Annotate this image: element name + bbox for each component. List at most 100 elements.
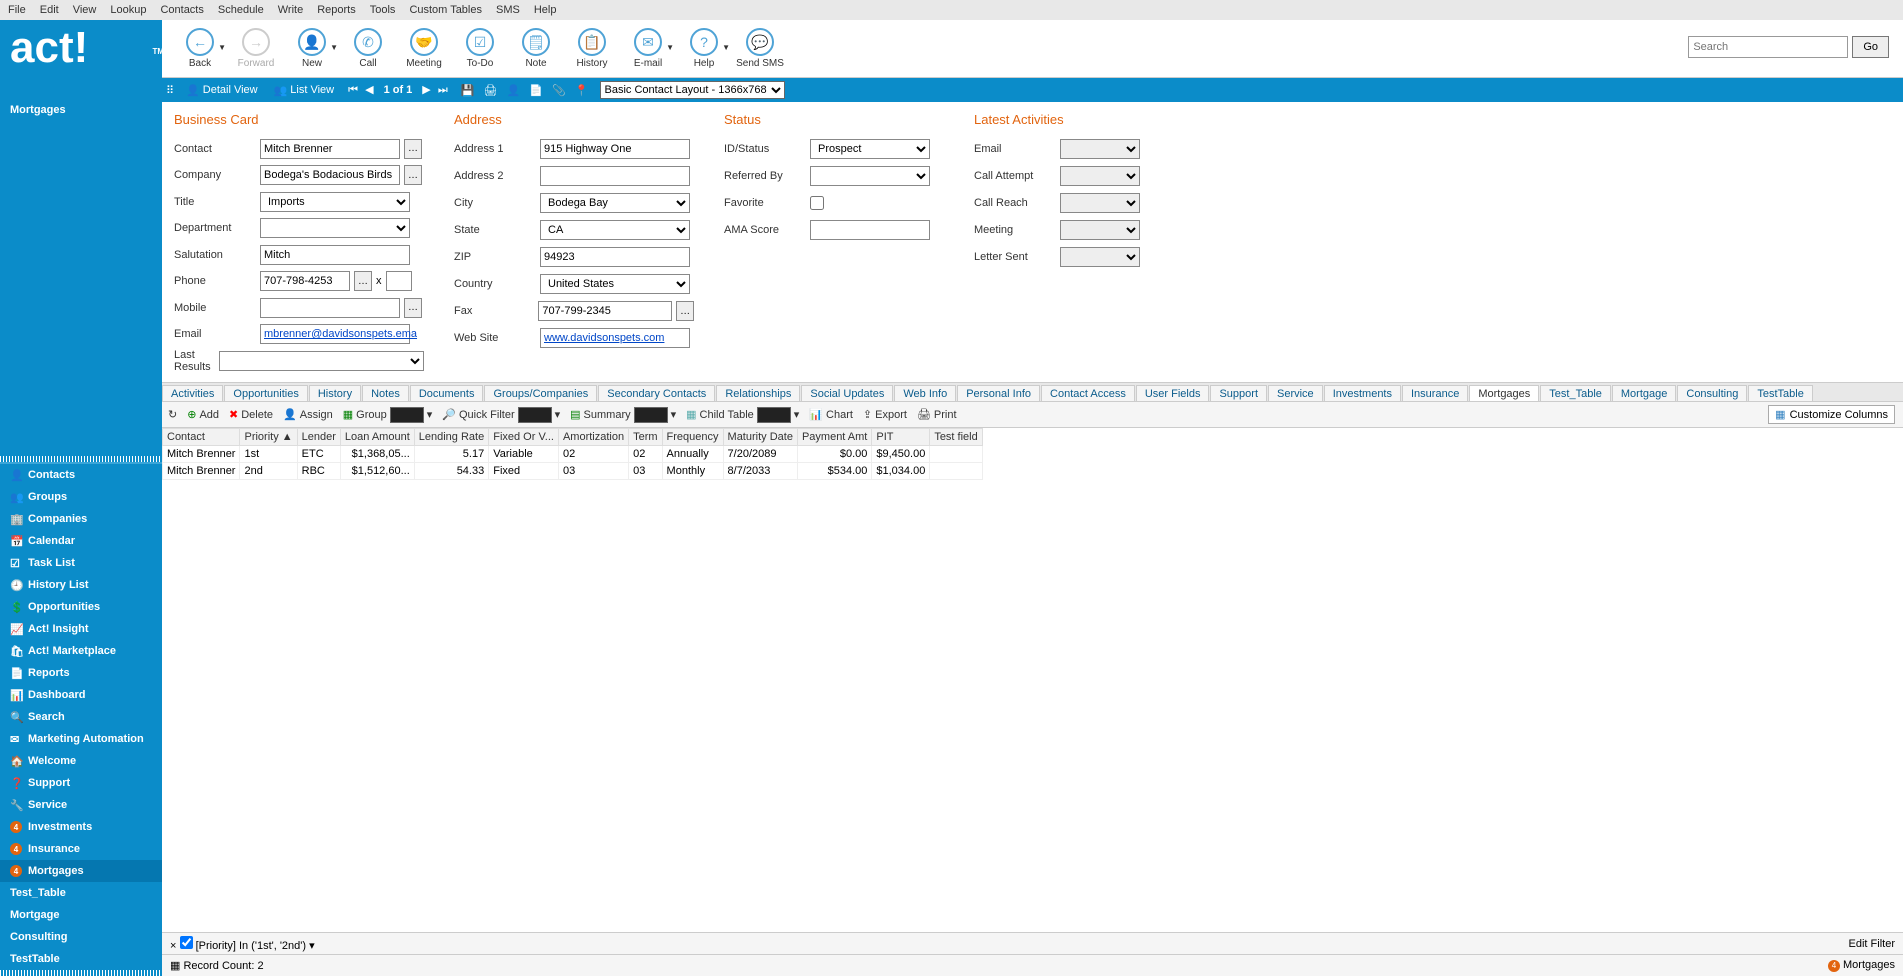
sidebar-item-reports[interactable]: 📄Reports [0, 662, 162, 684]
zip-field[interactable] [540, 247, 690, 267]
col-header[interactable]: Lending Rate [414, 429, 488, 446]
list-view-button[interactable]: 👥 List View [270, 84, 339, 97]
col-header[interactable]: Amortization [558, 429, 628, 446]
export-button[interactable]: ⇪ Export [863, 408, 907, 421]
save-icon[interactable]: 💾 [458, 85, 478, 97]
email-link[interactable]: mbrenner@davidsonspets.ema [264, 328, 417, 340]
nav-last-icon[interactable]: ⏭ [436, 84, 450, 96]
menu-reports[interactable]: Reports [317, 4, 356, 16]
toolbar-todo[interactable]: ☑To-Do [452, 21, 508, 77]
phone-ext-field[interactable] [386, 271, 412, 291]
toolbar-call[interactable]: ✆Call [340, 21, 396, 77]
sidebar-item-actmarketplace[interactable]: 🛍Act! Marketplace [0, 640, 162, 662]
tab-secondarycontacts[interactable]: Secondary Contacts [598, 385, 715, 402]
tab-notes[interactable]: Notes [362, 385, 409, 402]
menu-custom-tables[interactable]: Custom Tables [409, 4, 482, 16]
search-go-button[interactable]: Go [1852, 36, 1889, 58]
menu-sms[interactable]: SMS [496, 4, 520, 16]
state-select[interactable]: CA [540, 220, 690, 240]
tab-consulting[interactable]: Consulting [1677, 385, 1747, 402]
detail-view-button[interactable]: 👤 Detail View [182, 84, 262, 97]
nav-next-icon[interactable]: ▶ [420, 84, 432, 96]
salutation-field[interactable] [260, 245, 410, 265]
nav-prev-icon[interactable]: ◀ [363, 84, 375, 96]
tab-opportunities[interactable]: Opportunities [224, 385, 307, 402]
favorite-checkbox[interactable] [810, 196, 824, 210]
tab-history[interactable]: History [309, 385, 361, 402]
website-field[interactable]: www.davidsonspets.com [540, 328, 690, 348]
col-header[interactable]: Payment Amt [797, 429, 871, 446]
refresh-button[interactable]: ↻ [168, 408, 177, 421]
tab-testtable[interactable]: TestTable [1748, 385, 1812, 402]
menu-tools[interactable]: Tools [370, 4, 396, 16]
phone-lookup-button[interactable]: … [354, 271, 372, 291]
sidebar-item-testtable[interactable]: TestTable [0, 948, 162, 970]
sidebar-item-testtable[interactable]: Test_Table [0, 882, 162, 904]
col-header[interactable]: Priority ▲ [240, 429, 297, 446]
contact-field[interactable] [260, 139, 400, 159]
tab-investments[interactable]: Investments [1324, 385, 1401, 402]
child-table-button[interactable]: ▦ Child Table ▾ [686, 407, 799, 423]
la-letter-select[interactable] [1060, 247, 1140, 267]
quick-filter-button[interactable]: 🔎 Quick Filter ▾ [442, 407, 560, 423]
sidebar-item-calendar[interactable]: 📅Calendar [0, 530, 162, 552]
col-header[interactable]: Loan Amount [340, 429, 414, 446]
department-select[interactable] [260, 218, 410, 238]
sidebar-item-investments[interactable]: 4Investments [0, 816, 162, 838]
chart-button[interactable]: 📊 Chart [809, 408, 853, 421]
col-header[interactable]: Fixed Or V... [489, 429, 559, 446]
sidebar-item-actinsight[interactable]: 📈Act! Insight [0, 618, 162, 640]
col-header[interactable]: Lender [297, 429, 340, 446]
toolbar-new[interactable]: 👤New▼ [284, 21, 340, 77]
idstatus-select[interactable]: Prospect [810, 139, 930, 159]
filter-checkbox[interactable] [180, 936, 193, 949]
doc-icon[interactable]: 📄 [526, 85, 546, 97]
la-call-attempt-select[interactable] [1060, 166, 1140, 186]
menu-help[interactable]: Help [534, 4, 557, 16]
fax-lookup-button[interactable]: … [676, 301, 694, 321]
tab-testtable[interactable]: Test_Table [1540, 385, 1611, 402]
contact-lookup-button[interactable]: … [404, 139, 422, 159]
menu-contacts[interactable]: Contacts [160, 4, 203, 16]
sidebar-item-dashboard[interactable]: 📊Dashboard [0, 684, 162, 706]
tab-insurance[interactable]: Insurance [1402, 385, 1468, 402]
referred-select[interactable] [810, 166, 930, 186]
fax-field[interactable] [538, 301, 672, 321]
table-row[interactable]: Mitch Brenner1stETC$1,368,05...5.17Varia… [163, 446, 983, 463]
sidebar-item-contacts[interactable]: 👤Contacts [0, 464, 162, 486]
assign-button[interactable]: 👤 Assign [283, 408, 333, 421]
col-header[interactable]: Term [629, 429, 662, 446]
col-header[interactable]: Contact [163, 429, 240, 446]
add-button[interactable]: ⊕ Add [187, 408, 219, 421]
city-select[interactable]: Bodega Bay [540, 193, 690, 213]
tab-personalinfo[interactable]: Personal Info [957, 385, 1040, 402]
mobile-field[interactable] [260, 298, 400, 318]
ama-field[interactable] [810, 220, 930, 240]
website-link[interactable]: www.davidsonspets.com [544, 332, 664, 344]
country-select[interactable]: United States [540, 274, 690, 294]
sidebar-item-groups[interactable]: 👥Groups [0, 486, 162, 508]
toolbar-meeting[interactable]: 🤝Meeting [396, 21, 452, 77]
grip-icon[interactable]: ⠿ [166, 84, 174, 97]
toolbar-note[interactable]: 🗒Note [508, 21, 564, 77]
tab-groupscompanies[interactable]: Groups/Companies [484, 385, 597, 402]
title-select[interactable]: Imports [260, 192, 410, 212]
tab-socialupdates[interactable]: Social Updates [801, 385, 893, 402]
email-field[interactable]: mbrenner@davidsonspets.ema [260, 324, 410, 344]
toolbar-history[interactable]: 📋History [564, 21, 620, 77]
sidebar-item-mortgage[interactable]: Mortgage [0, 904, 162, 926]
map-pin-icon[interactable]: 📍 [572, 85, 592, 97]
mobile-lookup-button[interactable]: … [404, 298, 422, 318]
address2-field[interactable] [540, 166, 690, 186]
toolbar-back[interactable]: ←Back▼ [172, 21, 228, 77]
menu-file[interactable]: File [8, 4, 26, 16]
person-icon[interactable]: 👤 [504, 85, 524, 97]
tab-mortgage[interactable]: Mortgage [1612, 385, 1676, 402]
address1-field[interactable] [540, 139, 690, 159]
sidebar-item-tasklist[interactable]: ☑Task List [0, 552, 162, 574]
nav-first-icon[interactable]: ⏮ [346, 84, 360, 96]
search-input[interactable] [1688, 36, 1848, 58]
menu-schedule[interactable]: Schedule [218, 4, 264, 16]
last-results-select[interactable] [219, 351, 424, 371]
tab-userfields[interactable]: User Fields [1136, 385, 1210, 402]
